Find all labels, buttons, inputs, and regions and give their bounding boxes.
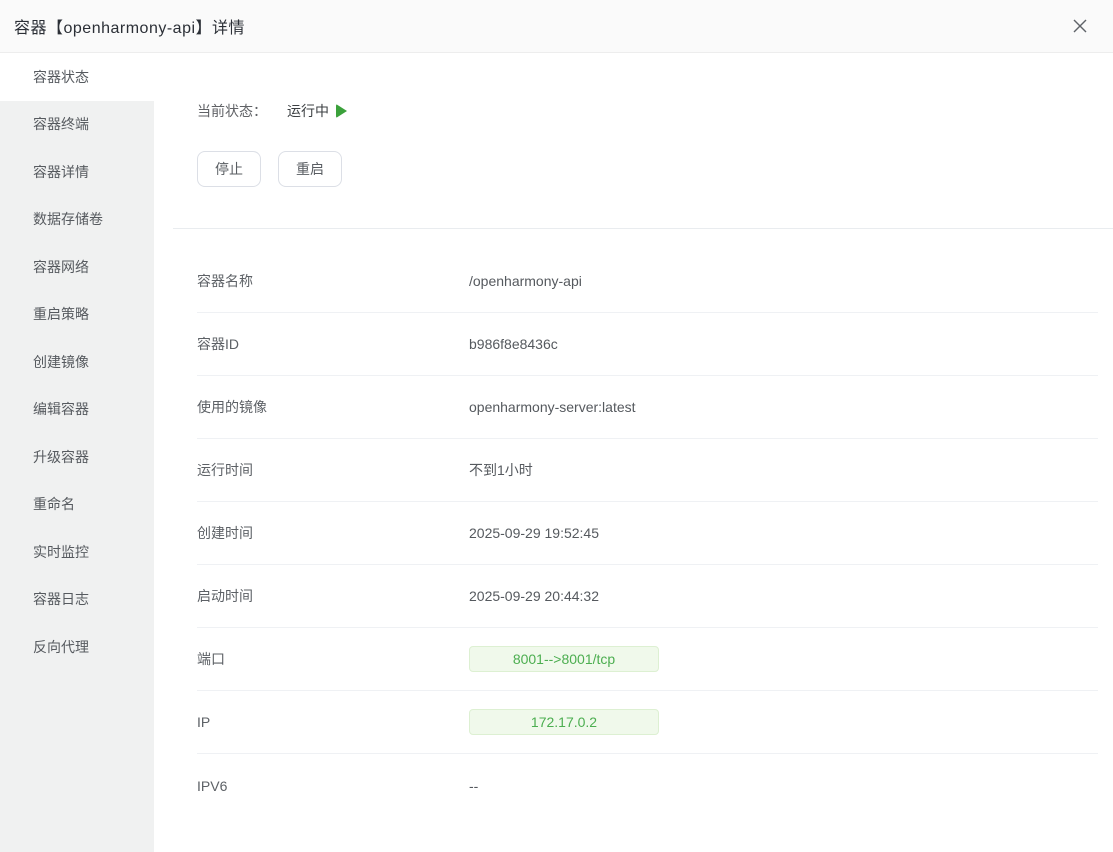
row-label: 创建时间 (197, 523, 469, 543)
sidebar-item-label: 编辑容器 (33, 399, 89, 419)
dialog-header: 容器【openharmony-api】详情 (0, 0, 1113, 53)
row-value: 不到1小时 (469, 460, 533, 480)
sidebar-item-3[interactable]: 容器详情 (0, 148, 154, 196)
row-value: 2025-09-29 20:44:32 (469, 588, 599, 604)
table-row: 容器名称 /openharmony-api (197, 250, 1098, 313)
row-label: 容器ID (197, 334, 469, 354)
sidebar-item-label: 重启策略 (33, 304, 89, 324)
status-value: 运行中 (287, 101, 329, 121)
sidebar-item-8[interactable]: 编辑容器 (0, 386, 154, 434)
sidebar-item-label: 容器状态 (33, 67, 89, 87)
sidebar-item-9[interactable]: 升级容器 (0, 433, 154, 481)
table-row: IP 172.17.0.2 (197, 691, 1098, 754)
play-icon (336, 104, 347, 118)
detail-table: 容器名称 /openharmony-api 容器ID b986f8e8436c … (197, 250, 1098, 817)
row-value: /openharmony-api (469, 273, 582, 289)
main-content: 当前状态： 运行中 停止 重启 容器名称 /openharmony-api 容器… (154, 53, 1113, 852)
row-label: 启动时间 (197, 586, 469, 606)
page-title: 容器【openharmony-api】详情 (14, 14, 245, 38)
sidebar-item-6[interactable]: 重启策略 (0, 291, 154, 339)
status-row: 当前状态： 运行中 (197, 53, 1098, 121)
sidebar-item-label: 容器网络 (33, 257, 89, 277)
table-row: IPV6 -- (197, 754, 1098, 817)
sidebar-item-label: 实时监控 (33, 542, 89, 562)
sidebar-item-label: 容器详情 (33, 162, 89, 182)
sidebar-item-12[interactable]: 容器日志 (0, 576, 154, 624)
sidebar-item-label: 重命名 (33, 494, 75, 514)
action-buttons: 停止 重启 (197, 151, 1098, 187)
row-value: 2025-09-29 19:52:45 (469, 525, 599, 541)
dialog-body: 容器状态 容器终端 容器详情 数据存储卷 容器网络 重启策略 创建镜像 编辑容器… (0, 53, 1113, 852)
sidebar-item-label: 容器终端 (33, 114, 89, 134)
sidebar-item-7[interactable]: 创建镜像 (0, 338, 154, 386)
container-detail-dialog: 容器【openharmony-api】详情 容器状态 容器终端 容器详情 数据存… (0, 0, 1113, 852)
stop-button[interactable]: 停止 (197, 151, 261, 187)
sidebar-item-10[interactable]: 重命名 (0, 481, 154, 529)
row-label: 使用的镜像 (197, 397, 469, 417)
sidebar-item-5[interactable]: 容器网络 (0, 243, 154, 291)
row-label: IP (197, 714, 469, 730)
section-divider (173, 228, 1113, 229)
row-label: IPV6 (197, 778, 469, 794)
table-row: 使用的镜像 openharmony-server:latest (197, 376, 1098, 439)
sidebar: 容器状态 容器终端 容器详情 数据存储卷 容器网络 重启策略 创建镜像 编辑容器… (0, 53, 154, 852)
row-value: openharmony-server:latest (469, 399, 636, 415)
table-row: 运行时间 不到1小时 (197, 439, 1098, 502)
row-value-tag: 8001-->8001/tcp (469, 646, 659, 672)
sidebar-item-label: 容器日志 (33, 589, 89, 609)
close-icon[interactable] (1069, 15, 1091, 37)
sidebar-item-4[interactable]: 数据存储卷 (0, 196, 154, 244)
row-value: b986f8e8436c (469, 336, 558, 352)
sidebar-item-1[interactable]: 容器状态 (0, 53, 154, 101)
row-value: -- (469, 778, 478, 794)
sidebar-item-label: 数据存储卷 (33, 209, 103, 229)
restart-button[interactable]: 重启 (278, 151, 342, 187)
sidebar-item-13[interactable]: 反向代理 (0, 623, 154, 671)
sidebar-item-label: 创建镜像 (33, 352, 89, 372)
row-value-tag: 172.17.0.2 (469, 709, 659, 735)
table-row: 端口 8001-->8001/tcp (197, 628, 1098, 691)
sidebar-item-label: 反向代理 (33, 637, 89, 657)
row-label: 端口 (197, 649, 469, 669)
table-row: 创建时间 2025-09-29 19:52:45 (197, 502, 1098, 565)
table-row: 容器ID b986f8e8436c (197, 313, 1098, 376)
sidebar-item-label: 升级容器 (33, 447, 89, 467)
table-row: 启动时间 2025-09-29 20:44:32 (197, 565, 1098, 628)
sidebar-item-11[interactable]: 实时监控 (0, 528, 154, 576)
row-label: 容器名称 (197, 271, 469, 291)
status-label: 当前状态： (197, 101, 267, 121)
row-label: 运行时间 (197, 460, 469, 480)
sidebar-item-2[interactable]: 容器终端 (0, 101, 154, 149)
